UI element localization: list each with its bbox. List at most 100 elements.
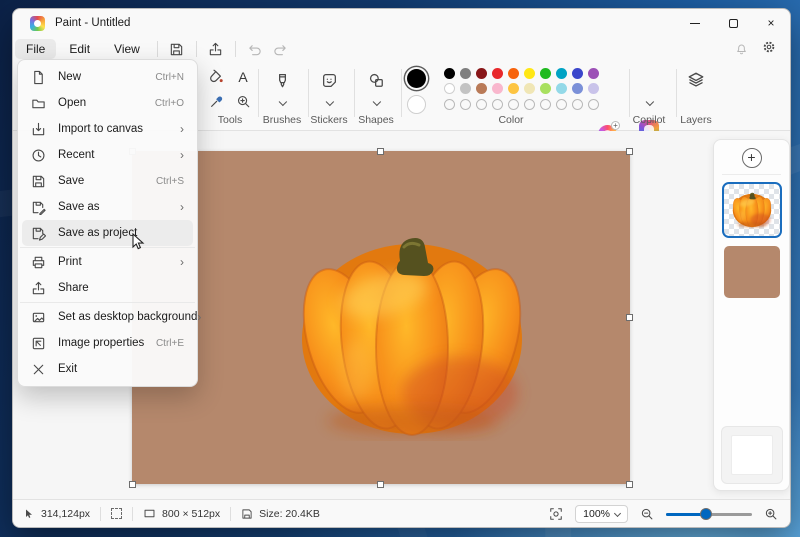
edit-menu-button[interactable]: Edit bbox=[58, 39, 101, 59]
menu-item-recent[interactable]: Recent › bbox=[22, 142, 193, 168]
eyedropper-tool-button[interactable] bbox=[205, 90, 227, 112]
chevron-down-icon bbox=[645, 97, 655, 107]
file-menu-button[interactable]: File bbox=[15, 39, 57, 59]
menu-item-set-as-desktop-background[interactable]: Set as desktop background › bbox=[22, 304, 201, 330]
save-button[interactable] bbox=[164, 39, 190, 59]
color-swatch[interactable] bbox=[523, 68, 535, 80]
empty-color-slot[interactable] bbox=[475, 98, 487, 110]
group-divider bbox=[308, 69, 309, 117]
redo-button[interactable] bbox=[268, 39, 294, 59]
close-button[interactable]: × bbox=[752, 9, 790, 37]
fit-to-screen-button[interactable] bbox=[549, 507, 563, 521]
undo-button[interactable] bbox=[242, 39, 268, 59]
text-tool-button[interactable]: A bbox=[232, 66, 254, 88]
share-icon bbox=[32, 281, 45, 294]
menu-item-image-properties[interactable]: Image properties Ctrl+E bbox=[22, 330, 193, 356]
menu-bar: File Edit View bbox=[13, 37, 790, 61]
resize-handle-bottom-left[interactable] bbox=[129, 481, 136, 488]
menu-item-save-as[interactable]: Save as › bbox=[22, 194, 193, 220]
menu-item-exit[interactable]: Exit bbox=[22, 356, 193, 382]
resize-handle-top-center[interactable] bbox=[377, 148, 384, 155]
image-properties-icon bbox=[32, 337, 45, 349]
chevron-down-icon bbox=[372, 97, 382, 107]
color-swatch[interactable] bbox=[459, 68, 471, 80]
background-layer-thumbnail[interactable] bbox=[731, 435, 773, 475]
undo-icon bbox=[249, 44, 261, 55]
empty-color-slot[interactable] bbox=[491, 98, 503, 110]
empty-color-slot[interactable] bbox=[507, 98, 519, 110]
brushes-button[interactable] bbox=[271, 69, 293, 91]
zoom-slider-handle[interactable] bbox=[700, 507, 713, 520]
color-swatch[interactable] bbox=[491, 68, 503, 80]
stickers-button[interactable] bbox=[318, 69, 340, 91]
menu-item-new[interactable]: New Ctrl+N bbox=[22, 64, 193, 90]
color-swatch[interactable] bbox=[507, 68, 519, 80]
menu-item-share[interactable]: Share bbox=[22, 275, 193, 301]
resize-handle-mid-right[interactable] bbox=[626, 314, 633, 321]
color-swatch[interactable] bbox=[587, 68, 599, 80]
zoom-slider-fill bbox=[666, 512, 704, 516]
color-swatch[interactable] bbox=[539, 83, 551, 95]
menu-item-print[interactable]: Print › bbox=[22, 249, 193, 275]
fit-screen-icon bbox=[550, 507, 562, 520]
layer-thumbnail-background-color[interactable] bbox=[724, 246, 780, 298]
empty-color-slot[interactable] bbox=[523, 98, 535, 110]
color-swatch[interactable] bbox=[475, 68, 487, 80]
color-swatch[interactable] bbox=[443, 68, 455, 80]
selection-icon bbox=[111, 508, 123, 519]
color-swatch[interactable] bbox=[491, 83, 503, 95]
fill-tool-button[interactable] bbox=[205, 66, 227, 88]
cursor-position-value: 314,124px bbox=[41, 507, 91, 520]
import-icon bbox=[32, 122, 45, 135]
menu-item-open[interactable]: Open Ctrl+O bbox=[22, 90, 193, 116]
shapes-button[interactable] bbox=[365, 69, 387, 91]
color-swatch[interactable] bbox=[555, 68, 567, 80]
color-swatch[interactable] bbox=[459, 83, 471, 95]
close-icon: × bbox=[767, 16, 775, 30]
zoom-in-button[interactable] bbox=[764, 507, 778, 521]
color-swatch[interactable] bbox=[523, 83, 535, 95]
color-swatch[interactable] bbox=[443, 83, 455, 95]
menu-item-save-as-project[interactable]: Save as project bbox=[22, 220, 193, 246]
layer-thumbnail-pumpkin[interactable] bbox=[722, 182, 782, 238]
layers-button[interactable] bbox=[685, 69, 707, 91]
color-swatch[interactable] bbox=[571, 83, 583, 95]
resize-handle-top-right[interactable] bbox=[626, 148, 633, 155]
resize-handle-bottom-right[interactable] bbox=[626, 481, 633, 488]
chevron-down-icon bbox=[613, 509, 622, 518]
settings-gear-button[interactable] bbox=[762, 40, 776, 59]
empty-color-slot[interactable] bbox=[443, 98, 455, 110]
menu-item-import-to-canvas[interactable]: Import to canvas › bbox=[22, 116, 193, 142]
color-swatch[interactable] bbox=[587, 83, 599, 95]
divider bbox=[156, 41, 158, 57]
empty-color-slot[interactable] bbox=[571, 98, 583, 110]
color-swatch[interactable] bbox=[555, 83, 567, 95]
empty-color-slot[interactable] bbox=[555, 98, 567, 110]
menu-item-save[interactable]: Save Ctrl+S bbox=[22, 168, 193, 194]
color-swatch[interactable] bbox=[539, 68, 551, 80]
maximize-button[interactable] bbox=[714, 9, 752, 37]
minimize-button[interactable] bbox=[676, 9, 714, 37]
zoom-out-button[interactable] bbox=[640, 507, 654, 521]
background-layer-frame bbox=[721, 426, 783, 484]
notification-bell-icon[interactable] bbox=[735, 43, 748, 56]
color-swatch[interactable] bbox=[475, 83, 487, 95]
magnifier-tool-button[interactable] bbox=[232, 90, 254, 112]
share-button[interactable] bbox=[203, 39, 229, 59]
resize-handle-bottom-center[interactable] bbox=[377, 481, 384, 488]
menu-separator bbox=[20, 302, 195, 303]
empty-color-slot[interactable] bbox=[587, 98, 599, 110]
view-menu-button[interactable]: View bbox=[103, 39, 151, 59]
primary-color-swatch[interactable] bbox=[407, 69, 426, 88]
drawing-canvas[interactable] bbox=[132, 151, 630, 484]
empty-color-slot[interactable] bbox=[459, 98, 471, 110]
secondary-color-swatch[interactable] bbox=[407, 95, 426, 114]
text-tool-icon: A bbox=[238, 69, 248, 85]
menu-separator bbox=[20, 247, 195, 248]
zoom-level-dropdown[interactable]: 100% bbox=[575, 504, 628, 523]
add-layer-button[interactable]: + bbox=[741, 148, 762, 168]
zoom-slider[interactable] bbox=[666, 507, 752, 521]
empty-color-slot[interactable] bbox=[539, 98, 551, 110]
color-swatch[interactable] bbox=[507, 83, 519, 95]
color-swatch[interactable] bbox=[571, 68, 583, 80]
